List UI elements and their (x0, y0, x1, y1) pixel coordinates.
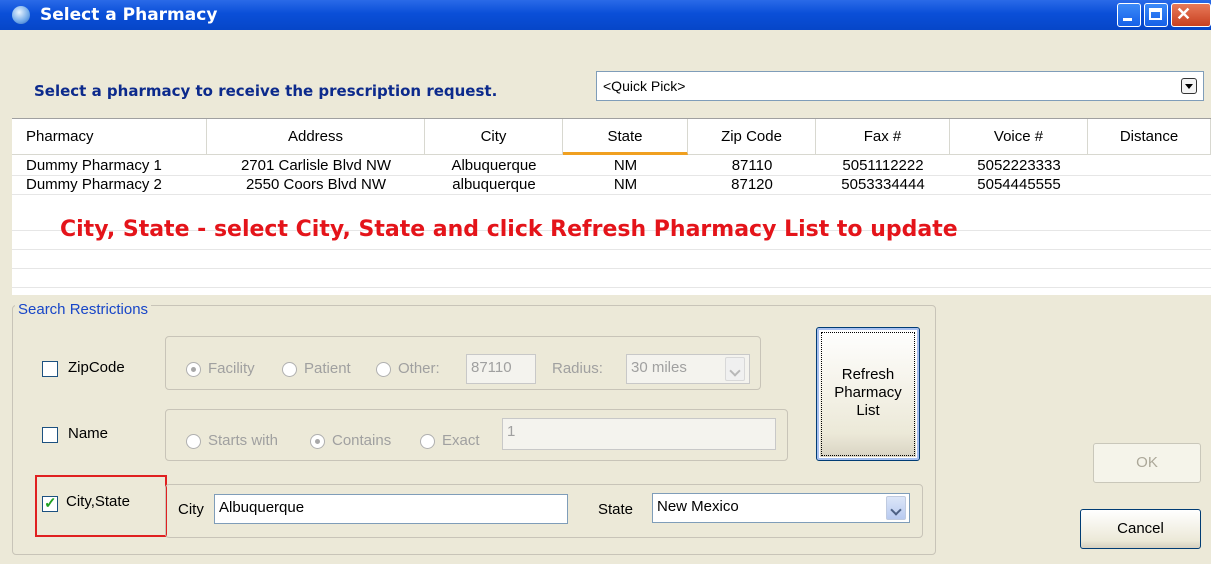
chevron-down-icon[interactable] (886, 496, 906, 520)
annotation-text: City, State - select City, State and cli… (60, 217, 958, 242)
quick-pick-value: <Quick Pick> (603, 78, 686, 94)
other-radio[interactable] (376, 362, 391, 377)
cell-city: Albuquerque (451, 157, 537, 174)
patient-label: Patient (304, 360, 351, 377)
column-header-zip[interactable]: Zip Code (688, 119, 816, 155)
cancel-button[interactable]: Cancel (1080, 509, 1201, 549)
state-label: State (598, 501, 634, 518)
cell-fax: 5051112222 (842, 157, 924, 174)
name-checkbox[interactable] (42, 427, 58, 443)
citystate-label: City,State (66, 493, 130, 510)
cell-voice: 5054445555 (977, 176, 1061, 193)
column-header-state[interactable]: State (563, 119, 688, 155)
cell-voice: 5052223333 (977, 157, 1061, 174)
state-value: New Mexico (657, 498, 739, 515)
maximize-icon[interactable] (1144, 3, 1168, 27)
chevron-down-icon[interactable] (725, 357, 745, 381)
city-label: City (178, 501, 204, 518)
minimize-icon[interactable] (1117, 3, 1141, 27)
row-divider (12, 268, 1211, 269)
exact-label: Exact (442, 432, 480, 449)
column-header-pharmacy[interactable]: Pharmacy (12, 119, 207, 155)
cell-state: NM (613, 176, 638, 193)
chevron-down-icon[interactable] (1181, 78, 1197, 94)
ok-button[interactable]: OK (1093, 443, 1201, 483)
cell-state: NM (613, 157, 638, 174)
refresh-button-label: Refresh Pharmacy List (834, 366, 902, 419)
cell-pharmacy: Dummy Pharmacy 2 (26, 176, 162, 193)
city-input[interactable]: Albuquerque (214, 494, 568, 524)
zipcode-label: ZipCode (68, 359, 125, 376)
patient-radio[interactable] (282, 362, 297, 377)
search-restrictions-title: Search Restrictions (15, 301, 152, 318)
facility-radio[interactable] (186, 362, 201, 377)
state-select[interactable]: New Mexico (652, 493, 910, 523)
other-zip-input[interactable]: 87110 (466, 354, 536, 384)
column-header-city[interactable]: City (425, 119, 563, 155)
cell-zip: 87120 (731, 176, 773, 193)
cell-city: albuquerque (452, 176, 536, 193)
close-icon[interactable] (1171, 3, 1211, 27)
column-header-voice[interactable]: Voice # (950, 119, 1088, 155)
contains-radio[interactable] (310, 434, 325, 449)
instruction-text: Select a pharmacy to receive the prescri… (34, 82, 498, 100)
refresh-pharmacy-list-button[interactable]: Refresh Pharmacy List (816, 327, 920, 461)
citystate-checkbox[interactable] (42, 494, 58, 512)
other-label: Other: (398, 360, 440, 377)
row-divider (12, 194, 1211, 195)
title-bar: Select a Pharmacy (0, 0, 1211, 30)
facility-label: Facility (208, 360, 255, 377)
row-divider (12, 249, 1211, 250)
starts-with-label: Starts with (208, 432, 279, 449)
contains-label: Contains (332, 432, 392, 449)
cell-fax: 5053334444 (841, 176, 925, 193)
cell-pharmacy: Dummy Pharmacy 1 (26, 157, 162, 174)
cell-address: 2550 Coors Blvd NW (245, 176, 387, 193)
column-header-distance[interactable]: Distance (1088, 119, 1211, 155)
pharmacy-grid[interactable]: Pharmacy Address City State Zip Code Fax… (12, 118, 1211, 295)
column-header-address[interactable]: Address (207, 119, 425, 155)
window-title: Select a Pharmacy (40, 5, 218, 25)
row-divider (12, 287, 1211, 288)
radius-label: Radius: (552, 360, 603, 377)
quick-pick-dropdown[interactable]: <Quick Pick> (596, 71, 1204, 101)
cell-zip: 87110 (731, 157, 773, 174)
name-search-input[interactable]: 1 (502, 418, 776, 450)
cell-address: 2701 Carlisle Blvd NW (240, 157, 392, 174)
radius-value: 30 miles (631, 359, 687, 376)
app-icon (12, 6, 30, 24)
name-label: Name (68, 425, 109, 442)
starts-with-radio[interactable] (186, 434, 201, 449)
exact-radio[interactable] (420, 434, 435, 449)
zipcode-checkbox[interactable] (42, 361, 58, 377)
column-header-fax[interactable]: Fax # (816, 119, 950, 155)
